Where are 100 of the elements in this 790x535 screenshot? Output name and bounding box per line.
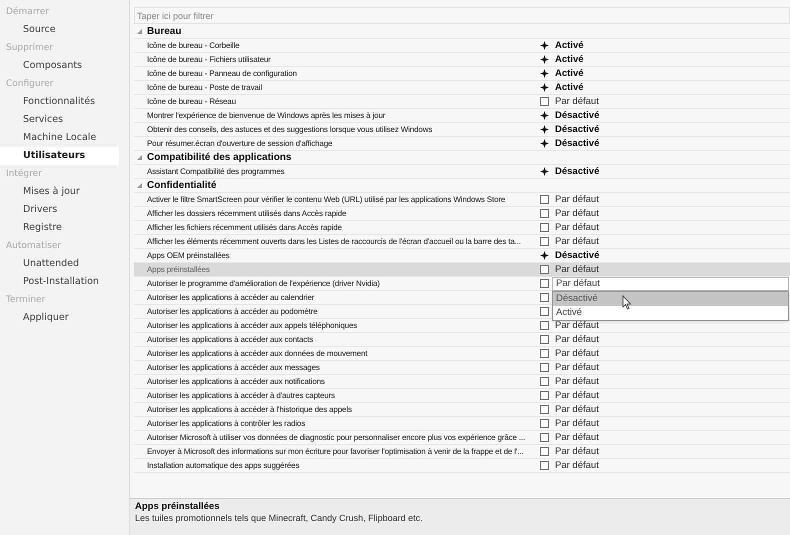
sidebar-item[interactable]: Mises à jour bbox=[0, 183, 119, 201]
setting-row[interactable]: Afficher les éléments récemment ouverts dans les Listes de raccourcis de l'écran d'accueil ou la barre des ta... Par défaut bbox=[134, 235, 790, 249]
setting-label: Autoriser les applications à accéder aux contacts bbox=[146, 334, 314, 344]
setting-row[interactable]: Assistant Compatibilité des programmes Désactivé bbox=[134, 165, 790, 179]
sidebar-group-title: Configurer bbox=[5, 78, 54, 91]
setting-row[interactable]: Icône de bureau - Panneau de configuration Activé bbox=[134, 67, 790, 81]
checkbox-icon bbox=[540, 97, 549, 106]
setting-label: Icône de bureau - Poste de travail bbox=[146, 82, 263, 92]
checkbox-icon bbox=[540, 419, 549, 428]
checkbox-icon bbox=[540, 363, 549, 372]
checkbox-icon bbox=[540, 293, 549, 302]
setting-label: Apps OEM préinstallées bbox=[146, 250, 231, 260]
setting-label: Apps préinstallées bbox=[146, 264, 211, 274]
setting-row[interactable]: Autoriser les applications à accéder aux appels téléphoniques Par défaut bbox=[134, 319, 790, 333]
setting-row[interactable]: Autoriser les applications à accéder à d'autres capteurs Par défaut bbox=[134, 389, 790, 403]
checkbox-icon bbox=[540, 223, 549, 232]
setting-value: Désactivé bbox=[555, 110, 600, 120]
sidebar-item[interactable]: Fonctionnalités bbox=[0, 93, 119, 111]
sidebar-item[interactable]: Post-Installation bbox=[0, 273, 119, 291]
setting-label: Autoriser les applications à contrôler les radios bbox=[146, 418, 306, 428]
checkbox-icon bbox=[540, 321, 549, 330]
sidebar-group-title: Automatiser bbox=[5, 240, 62, 253]
setting-label: Assistant Compatibilité des programmes bbox=[146, 166, 286, 176]
checkbox-icon bbox=[540, 195, 549, 204]
group-title: Compatibilité des applications bbox=[147, 152, 292, 162]
setting-value: Par défaut bbox=[555, 208, 599, 218]
setting-row[interactable]: Icône de bureau - Fichiers utilisateur Activé bbox=[134, 53, 790, 67]
sidebar-group-title: Terminer bbox=[5, 294, 46, 307]
filter-field[interactable]: Taper ici pour filtrer bbox=[134, 7, 790, 24]
dropdown-option[interactable]: Désactivé bbox=[553, 292, 788, 306]
setting-label: Activer le filtre SmartScreen pour vérifier le contenu Web (URL) utilisé par les applications Windows Store bbox=[146, 194, 506, 204]
setting-value: Par défaut bbox=[555, 460, 599, 470]
setting-row[interactable]: Autoriser les applications à accéder aux données de mouvement Par défaut bbox=[134, 347, 790, 361]
setting-row[interactable]: Autoriser les applications à contrôler les radios Par défaut bbox=[134, 417, 790, 431]
sidebar-item[interactable]: Registre bbox=[0, 219, 119, 237]
sidebar-group-title: Démarrer bbox=[5, 6, 50, 19]
checkbox-icon bbox=[540, 349, 549, 358]
setting-label: Autoriser les applications à accéder à l'historique des appels bbox=[146, 404, 353, 414]
checkbox-icon bbox=[540, 335, 549, 344]
setting-value: Par défaut bbox=[555, 320, 599, 330]
setting-row[interactable]: Autoriser les applications à accéder aux contacts Par défaut bbox=[134, 333, 790, 347]
setting-row[interactable]: Afficher les dossiers récemment utilisés dans Accès rapide Par défaut bbox=[134, 207, 790, 221]
checkbox-icon bbox=[540, 377, 549, 386]
setting-row[interactable]: Afficher les fichiers récemment utilisés dans Accès rapide Par défaut bbox=[134, 221, 790, 235]
setting-label: Pour résumer.écran d'ouverture de session d'affichage bbox=[146, 138, 334, 148]
setting-row[interactable]: Icône de bureau - Corbeille Activé bbox=[134, 39, 790, 53]
sidebar-item[interactable]: Machine Locale bbox=[0, 129, 119, 147]
setting-value: Par défaut bbox=[555, 432, 599, 442]
checkbox-icon bbox=[540, 265, 549, 274]
setting-value: Activé bbox=[555, 54, 584, 64]
star-icon bbox=[540, 251, 549, 260]
setting-row[interactable]: Pour résumer.écran d'ouverture de session d'affichage Désactivé bbox=[134, 137, 790, 151]
setting-row[interactable]: Activer le filtre SmartScreen pour vérifier le contenu Web (URL) utilisé par les applications Windows Store Par défaut bbox=[134, 193, 790, 207]
sidebar-item[interactable]: Source bbox=[0, 21, 119, 39]
setting-row[interactable]: Autoriser les applications à accéder à l'historique des appels Par défaut bbox=[134, 403, 790, 417]
sidebar-item[interactable]: Unattended bbox=[0, 255, 119, 273]
setting-label: Afficher les dossiers récemment utilisés dans Accès rapide bbox=[146, 208, 348, 218]
sidebar-item[interactable]: Appliquer bbox=[0, 309, 119, 327]
setting-value: Désactivé bbox=[555, 166, 600, 176]
group-title: Bureau bbox=[147, 26, 182, 36]
sidebar-item[interactable]: Services bbox=[0, 111, 119, 129]
setting-row[interactable]: Installation automatique des apps suggérées Par défaut bbox=[134, 459, 790, 473]
setting-row[interactable]: Obtenir des conseils, des astuces et des suggestions lorsque vous utilisez Windows Désactivé bbox=[134, 123, 790, 137]
setting-label: Montrer l'expérience de bienvenue de Windows après les mises à jour bbox=[146, 110, 386, 120]
expand-toggle-icon[interactable] bbox=[137, 29, 142, 34]
setting-row[interactable]: Autoriser les applications à accéder aux messages Par défaut bbox=[134, 361, 790, 375]
checkbox-icon bbox=[540, 405, 549, 414]
setting-value: Activé bbox=[555, 40, 584, 50]
setting-row[interactable]: Autoriser les applications à accéder aux notifications Par défaut bbox=[134, 375, 790, 389]
setting-value: Par défaut bbox=[555, 96, 599, 106]
value-dropdown[interactable]: Par défaut bbox=[552, 277, 789, 291]
setting-row[interactable]: Icône de bureau - Réseau Par défaut bbox=[134, 95, 790, 109]
setting-value: Par défaut bbox=[555, 376, 599, 386]
setting-label: Autoriser les applications à accéder aux notifications bbox=[146, 376, 326, 386]
setting-row[interactable]: Apps OEM préinstallées Désactivé bbox=[134, 249, 790, 263]
dropdown-option[interactable]: Activé bbox=[553, 306, 788, 320]
checkbox-icon bbox=[540, 433, 549, 442]
details-title: Apps préinstallées bbox=[135, 501, 220, 513]
setting-row[interactable]: Icône de bureau - Poste de travail Activé bbox=[134, 81, 790, 95]
sidebar-item[interactable]: Drivers bbox=[0, 201, 119, 219]
details-description: Les tuiles promotionnels tels que Minecraft, Candy Crush, Flipboard etc. bbox=[135, 513, 424, 524]
setting-label: Autoriser le programme d'amélioration de l'expérience (driver Nvidia) bbox=[146, 278, 381, 288]
setting-row[interactable]: Envoyer à Microsoft des informations sur mon écriture pour favoriser l'optimisation à venir de la frappe et de l'... Par défaut bbox=[134, 445, 790, 459]
sidebar-group-title: Intégrer bbox=[5, 168, 43, 181]
setting-label: Installation automatique des apps suggérées bbox=[146, 460, 300, 470]
setting-value: Par défaut bbox=[555, 264, 599, 274]
setting-row[interactable]: Apps préinstallées Par défaut bbox=[134, 263, 790, 277]
setting-value: Par défaut bbox=[555, 194, 599, 204]
setting-row[interactable]: Autoriser Microsoft à utiliser vos données de diagnostic pour personnaliser encore plus vos expérience grâce ... Par défaut bbox=[134, 431, 790, 445]
expand-toggle-icon[interactable] bbox=[137, 183, 142, 188]
setting-row[interactable]: Montrer l'expérience de bienvenue de Windows après les mises à jour Désactivé bbox=[134, 109, 790, 123]
setting-value: Par défaut bbox=[555, 446, 599, 456]
setting-label: Obtenir des conseils, des astuces et des suggestions lorsque vous utilisez Windows bbox=[146, 124, 434, 134]
setting-label: Autoriser les applications à accéder au calendrier bbox=[146, 292, 316, 302]
setting-value: Désactivé bbox=[555, 124, 600, 134]
expand-toggle-icon[interactable] bbox=[137, 155, 142, 160]
setting-value: Par défaut bbox=[555, 418, 599, 428]
sidebar-item[interactable]: Utilisateurs bbox=[0, 147, 119, 165]
sidebar-item[interactable]: Composants bbox=[0, 57, 119, 75]
setting-value: Activé bbox=[555, 68, 584, 78]
